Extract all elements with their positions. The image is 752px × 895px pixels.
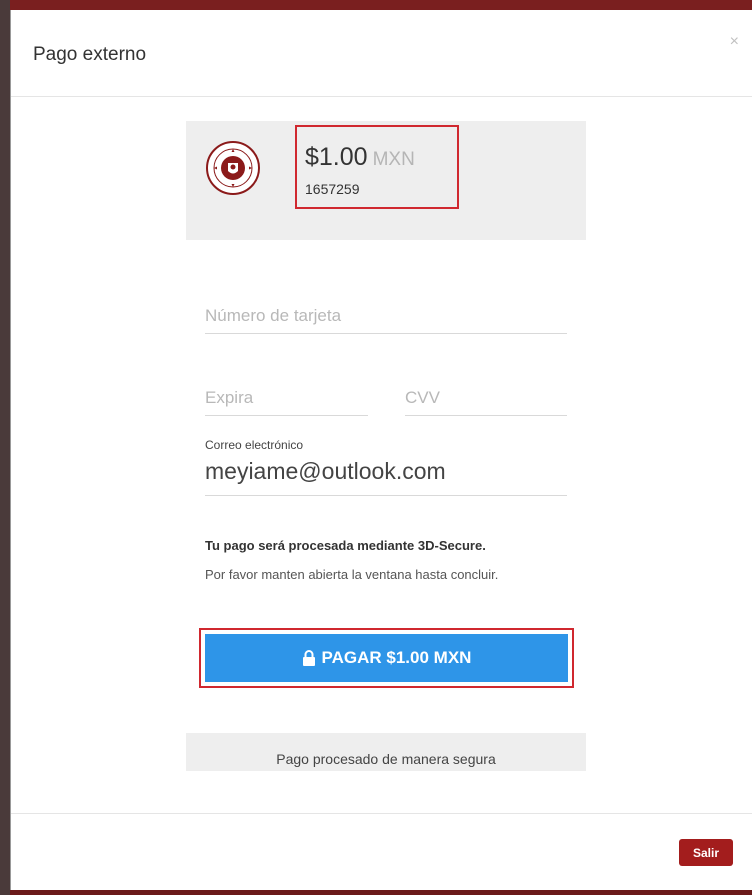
lock-icon — [302, 650, 315, 666]
pay-button[interactable]: PAGAR $1.00 MXN — [205, 634, 568, 682]
payment-summary: $1.00 MXN 1657259 — [186, 121, 586, 240]
expiry-input[interactable] — [205, 388, 368, 408]
reference-number: 1657259 — [305, 181, 360, 197]
backdrop — [0, 0, 752, 10]
pay-button-label: PAGAR $1.00 MXN — [321, 648, 472, 667]
modal-title: Pago externo — [33, 44, 147, 65]
modal-header: Pago externo × — [11, 10, 752, 97]
card-number-field — [205, 306, 567, 334]
keep-window-open-notice: Por favor manten abierta la ventana hast… — [205, 567, 499, 582]
3d-secure-notice: Tu pago será procesada mediante 3D-Secur… — [205, 538, 486, 553]
amount-currency: MXN — [372, 149, 415, 170]
secure-payment-text: Pago procesado de manera segura — [276, 751, 496, 767]
modal-footer-divider — [11, 813, 752, 814]
exit-button[interactable]: Salir — [679, 839, 733, 866]
close-icon[interactable]: × — [730, 34, 739, 50]
expiry-field — [205, 388, 368, 416]
pay-button-highlight: PAGAR $1.00 MXN — [199, 628, 574, 688]
amount-value: $1.00 — [305, 143, 368, 171]
email-input[interactable] — [205, 458, 567, 485]
amount-highlight: $1.00 MXN 1657259 — [295, 125, 459, 209]
amount-line: $1.00 MXN — [305, 143, 415, 172]
payment-modal: Pago externo × $1.00MXN 1657259 Correo e… — [10, 10, 752, 890]
email-label: Correo electrónico — [205, 438, 304, 452]
cvv-field — [405, 388, 567, 416]
university-seal-icon — [206, 141, 260, 195]
secure-payment-bar: Pago procesado de manera segura — [186, 733, 586, 771]
cvv-input[interactable] — [405, 388, 567, 408]
card-number-input[interactable] — [205, 306, 567, 326]
backdrop-edge — [0, 0, 10, 895]
email-field: Correo electrónico — [205, 438, 567, 496]
